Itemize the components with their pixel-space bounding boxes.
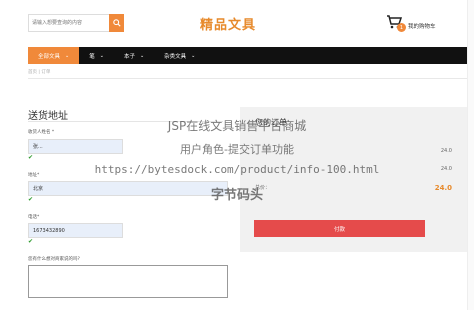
cart-label: 我的购物车 xyxy=(408,24,436,30)
phone-label: 电话* xyxy=(28,215,40,220)
main-nav: 全部文具 ⌄ 笔 ⌄ 本子 ⌄ 杂类文具 ⌄ xyxy=(28,47,467,64)
search-icon xyxy=(112,19,121,27)
summary-row-value: 24.0 xyxy=(440,148,452,154)
nav-item-label: 杂类文具 xyxy=(164,53,187,60)
address-label: 地址* xyxy=(28,173,40,178)
order-summary: 您的订单 24.0 24.0 总价： 24.0 付款 xyxy=(240,107,467,252)
chevron-down-icon: ⌄ xyxy=(99,52,104,59)
note-label: 您有什么想对商家说的吗? xyxy=(28,257,80,262)
check-icon: ✔ xyxy=(28,154,34,161)
total-label: 总价： xyxy=(255,185,271,191)
scrollbar[interactable] xyxy=(467,0,474,310)
page-title: 送货地址 xyxy=(28,111,68,122)
note-textarea[interactable] xyxy=(28,265,228,298)
chevron-down-icon: ⌄ xyxy=(139,52,145,59)
nav-item-all[interactable]: 全部文具 ⌄ xyxy=(28,47,80,64)
phone-field[interactable]: 1673432890 xyxy=(28,223,123,238)
address-field[interactable]: 北京 xyxy=(28,181,228,196)
breadcrumb: 首页 | 订单 xyxy=(28,70,51,75)
site-logo[interactable]: 精品文具 xyxy=(200,14,256,33)
nav-item-label: 笔 xyxy=(89,53,95,60)
nav-item-notebooks[interactable]: 本子 ⌄ xyxy=(114,47,154,64)
search-box xyxy=(28,14,124,32)
pay-button[interactable]: 付款 xyxy=(254,220,425,237)
summary-row: 24.0 xyxy=(255,148,452,154)
cart-count-badge: 1 xyxy=(397,23,406,32)
search-input[interactable] xyxy=(29,15,107,31)
summary-row: 24.0 xyxy=(255,166,452,172)
divider xyxy=(28,121,223,122)
name-field[interactable]: 张... xyxy=(28,139,123,154)
total-value: 24.0 xyxy=(434,184,452,192)
nav-item-label: 本子 xyxy=(123,53,135,60)
summary-row-value: 24.0 xyxy=(440,166,452,172)
cart-link[interactable]: 1 我的购物车 xyxy=(386,14,436,32)
search-button[interactable] xyxy=(109,14,124,32)
check-icon: ✔ xyxy=(28,238,34,245)
name-label: 收货人姓名 * xyxy=(28,130,55,135)
chevron-down-icon: ⌄ xyxy=(191,52,196,59)
nav-item-label: 全部文具 xyxy=(38,53,61,60)
chevron-down-icon: ⌄ xyxy=(65,52,70,59)
nav-item-pens[interactable]: 笔 ⌄ xyxy=(79,47,114,64)
divider xyxy=(28,78,467,79)
nav-item-misc[interactable]: 杂类文具 ⌄ xyxy=(154,47,205,64)
summary-title: 您的订单 xyxy=(255,118,287,127)
summary-total: 总价： 24.0 xyxy=(255,184,452,192)
check-icon: ✔ xyxy=(28,196,34,203)
